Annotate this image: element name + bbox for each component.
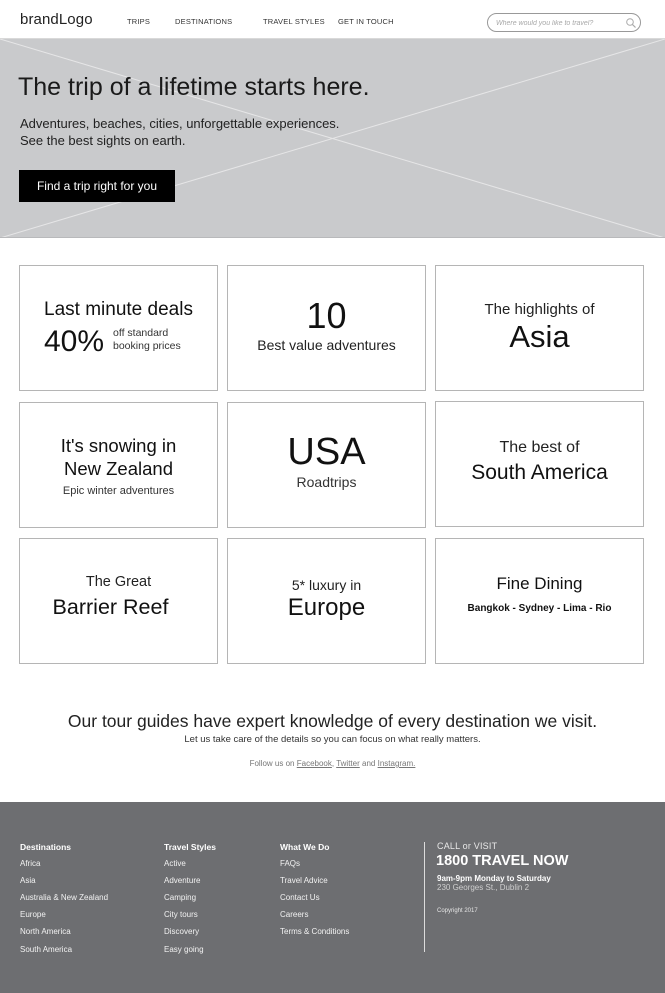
social-follow: Follow us on Facebook, Twitter and Insta… — [0, 759, 665, 768]
address: 230 Georges St., Dublin 2 — [437, 883, 530, 892]
footer-link[interactable]: Terms & Conditions — [280, 927, 349, 936]
hero-subtitle-line: See the best sights on earth. — [20, 133, 186, 148]
find-trip-button[interactable]: Find a trip right for you — [19, 170, 175, 202]
card-new-zealand[interactable]: It's snowing in New Zealand Epic winter … — [19, 402, 218, 528]
footer-link[interactable]: FAQs — [280, 859, 300, 868]
footer-link[interactable]: Travel Advice — [280, 876, 328, 885]
card-main: USA — [287, 431, 366, 473]
discount-note-line: off standard — [113, 327, 169, 339]
card-last-minute-deals[interactable]: Last minute deals 40% off standard booki… — [19, 265, 218, 391]
footer-link[interactable]: Asia — [20, 876, 36, 885]
footer-heading-travel-styles: Travel Styles — [164, 842, 216, 852]
card-label: Best value adventures — [257, 337, 396, 353]
card-europe[interactable]: 5* luxury in Europe — [227, 538, 426, 664]
footer-link[interactable]: South America — [20, 945, 72, 954]
hero-banner: The trip of a lifetime starts here. Adve… — [0, 39, 665, 238]
card-barrier-reef[interactable]: The Great Barrier Reef — [19, 538, 218, 664]
card-main: South America — [471, 461, 608, 484]
card-south-america[interactable]: The best of South America — [435, 401, 644, 527]
tagline-subtext: Let us take care of the details so you c… — [184, 734, 481, 745]
copyright: Copyright 2017 — [437, 908, 478, 914]
card-title: Last minute deals — [44, 299, 193, 320]
footer-link[interactable]: Adventure — [164, 876, 200, 885]
nav-trips[interactable]: TRIPS — [127, 17, 150, 26]
hero-subtitle-line: Adventures, beaches, cities, unforgettab… — [20, 116, 340, 131]
nav-get-in-touch[interactable]: GET IN TOUCH — [338, 17, 394, 26]
follow-prefix: Follow us on — [249, 759, 295, 768]
card-main: Barrier Reef — [52, 595, 169, 619]
card-fine-dining[interactable]: Fine Dining Bangkok - Sydney - Lima - Ri… — [435, 538, 644, 664]
facebook-link[interactable]: Facebook — [297, 759, 332, 768]
card-best-value[interactable]: 10 Best value adventures — [227, 265, 426, 391]
tagline-heading: Our tour guides have expert knowledge of… — [67, 711, 598, 731]
phone-number[interactable]: 1800 TRAVEL NOW — [436, 853, 568, 869]
brand-logo[interactable]: brandLogo — [20, 11, 93, 28]
search-icon[interactable] — [625, 17, 637, 29]
card-cities: Bangkok - Sydney - Lima - Rio — [467, 603, 612, 614]
card-pre: The Great — [85, 574, 152, 590]
card-pre: 5* luxury in — [291, 577, 362, 593]
footer-link[interactable]: Active — [164, 859, 186, 868]
search-input[interactable] — [496, 17, 618, 29]
card-pre: The best of — [499, 439, 580, 456]
discount-note-line: booking prices — [113, 340, 181, 352]
card-pre: The highlights of — [484, 301, 595, 318]
footer-heading-what-we-do: What We Do — [280, 842, 330, 852]
footer-divider — [424, 842, 425, 952]
search-box — [487, 13, 641, 32]
footer-link[interactable]: City tours — [164, 910, 198, 919]
card-number: 10 — [306, 295, 347, 336]
footer-link[interactable]: North America — [20, 927, 71, 936]
card-asia[interactable]: The highlights of Asia — [435, 265, 644, 391]
footer-heading-destinations: Destinations — [20, 842, 72, 852]
card-main: Asia — [509, 319, 570, 354]
card-sub: Roadtrips — [296, 474, 357, 490]
footer-link[interactable]: Easy going — [164, 945, 204, 954]
twitter-link[interactable]: Twitter — [336, 759, 360, 768]
footer-link[interactable]: Discovery — [164, 927, 199, 936]
card-line: It's snowing in — [60, 435, 177, 456]
footer-link[interactable]: Careers — [280, 910, 308, 919]
and-text: and — [362, 759, 376, 768]
card-pre: Fine Dining — [496, 574, 583, 593]
site-footer: Destinations Africa Asia Australia & New… — [0, 802, 665, 993]
card-sub: Epic winter adventures — [62, 485, 175, 497]
card-usa[interactable]: USA Roadtrips — [227, 402, 426, 528]
discount-percent: 40% — [44, 325, 105, 358]
nav-travel-styles[interactable]: TRAVEL STYLES — [263, 17, 325, 26]
card-line: New Zealand — [63, 458, 173, 479]
footer-link[interactable]: Africa — [20, 859, 40, 868]
footer-link[interactable]: Europe — [20, 910, 46, 919]
discount-note: off standard booking prices — [113, 327, 181, 353]
site-header: brandLogo TRIPS DESTINATIONS TRAVEL STYL… — [0, 0, 665, 39]
opening-hours: 9am-9pm Monday to Saturday — [437, 874, 551, 883]
footer-link[interactable]: Contact Us — [280, 893, 320, 902]
hero-title: The trip of a lifetime starts here. — [18, 73, 370, 101]
call-label: CALL or VISIT — [437, 841, 498, 851]
nav-destinations[interactable]: DESTINATIONS — [175, 17, 232, 26]
footer-link[interactable]: Camping — [164, 893, 196, 902]
footer-link[interactable]: Australia & New Zealand — [20, 893, 108, 902]
card-main: Europe — [287, 594, 366, 621]
instagram-link[interactable]: Instagram. — [378, 759, 416, 768]
hero-subtitle: Adventures, beaches, cities, unforgettab… — [20, 115, 339, 149]
